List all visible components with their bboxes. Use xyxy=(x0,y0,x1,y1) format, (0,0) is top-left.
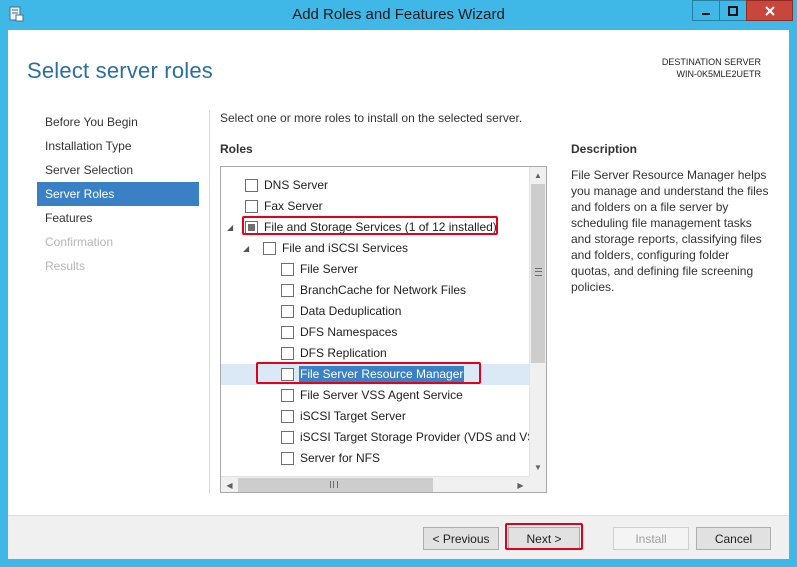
role-item-dfs-namespaces[interactable]: DFS Namespaces xyxy=(221,322,529,343)
role-checkbox[interactable] xyxy=(281,452,294,465)
role-checkbox[interactable] xyxy=(281,347,294,360)
collapse-arrow-icon[interactable]: ◢ xyxy=(227,217,237,238)
role-checkbox[interactable] xyxy=(245,200,258,213)
role-checkbox[interactable] xyxy=(281,410,294,423)
role-checkbox[interactable] xyxy=(281,263,294,276)
role-item-file-storage-services[interactable]: ◢ File and Storage Services (1 of 12 ins… xyxy=(221,217,529,238)
nav-divider xyxy=(209,110,210,494)
wizard-window: Add Roles and Features Wizard Select ser… xyxy=(0,0,797,567)
role-item-iscsi-target-server[interactable]: iSCSI Target Server xyxy=(221,406,529,427)
scroll-up-button[interactable]: ▲ xyxy=(530,167,546,184)
wizard-client-area: Select server roles DESTINATION SERVER W… xyxy=(8,30,789,559)
role-label: File and Storage Services (1 of 12 insta… xyxy=(264,220,497,234)
wizard-nav: Before You Begin Installation Type Serve… xyxy=(37,110,199,278)
role-label: DFS Namespaces xyxy=(300,325,398,339)
role-item-file-server-vss-agent[interactable]: File Server VSS Agent Service xyxy=(221,385,529,406)
page-title: Select server roles xyxy=(27,58,213,83)
role-item-file-server[interactable]: File Server xyxy=(221,259,529,280)
role-label: Fax Server xyxy=(264,199,323,213)
scroll-right-button[interactable]: ▶ xyxy=(512,477,529,492)
role-checkbox[interactable] xyxy=(281,389,294,402)
scrollbar-corner xyxy=(529,476,546,492)
role-label: File Server Resource Manager xyxy=(299,366,465,382)
grip-icon xyxy=(535,268,542,276)
wizard-footer: < Previous Next > Install Cancel xyxy=(8,515,789,559)
chevron-down-icon: ▼ xyxy=(534,463,542,472)
role-item-server-for-nfs[interactable]: Server for NFS xyxy=(221,448,529,469)
description-heading: Description xyxy=(571,142,638,156)
role-label: DFS Replication xyxy=(300,346,387,360)
minimize-button[interactable] xyxy=(692,0,719,21)
role-item-iscsi-target-storage-provider[interactable]: iSCSI Target Storage Provider (VDS and V… xyxy=(221,427,529,448)
role-label: File Server xyxy=(300,262,359,276)
roles-heading: Roles xyxy=(220,142,253,156)
nav-item-server-selection[interactable]: Server Selection xyxy=(37,158,199,182)
role-checkbox[interactable] xyxy=(281,305,294,318)
role-checkbox[interactable] xyxy=(263,242,276,255)
scroll-left-button[interactable]: ◀ xyxy=(221,477,238,492)
roles-tree[interactable]: DNS Server Fax Server ◢ File and Storage… xyxy=(220,166,547,493)
cancel-button[interactable]: Cancel xyxy=(696,527,771,550)
role-checkbox[interactable] xyxy=(245,221,258,234)
nav-item-results: Results xyxy=(45,259,86,273)
role-item-dns-server[interactable]: DNS Server xyxy=(221,175,529,196)
role-item-data-deduplication[interactable]: Data Deduplication xyxy=(221,301,529,322)
window-title: Add Roles and Features Wizard xyxy=(292,6,505,23)
role-item-file-server-resource-manager[interactable]: File Server Resource Manager xyxy=(221,364,529,385)
role-checkbox[interactable] xyxy=(281,431,294,444)
role-label: BranchCache for Network Files xyxy=(300,283,467,297)
minimize-icon xyxy=(702,12,710,15)
destination-server-label: DESTINATION SERVER xyxy=(661,57,761,67)
horizontal-scrollbar[interactable]: ◀ ▶ xyxy=(221,476,529,492)
next-button[interactable]: Next > xyxy=(508,527,580,550)
chevron-left-icon: ◀ xyxy=(226,480,233,490)
previous-button[interactable]: < Previous xyxy=(423,527,499,550)
role-item-dfs-replication[interactable]: DFS Replication xyxy=(221,343,529,364)
nav-item-installation-type[interactable]: Installation Type xyxy=(37,134,199,158)
nav-item-features[interactable]: Features xyxy=(37,206,199,230)
role-checkbox[interactable] xyxy=(281,368,294,381)
role-label: iSCSI Target Storage Provider (VDS and V… xyxy=(300,430,529,444)
vertical-scroll-thumb[interactable] xyxy=(531,184,545,363)
chevron-up-icon: ▲ xyxy=(534,171,542,180)
title-bar[interactable]: Add Roles and Features Wizard xyxy=(0,0,797,30)
horizontal-scroll-thumb[interactable] xyxy=(238,478,433,492)
close-icon xyxy=(764,5,775,16)
collapse-arrow-icon[interactable]: ◢ xyxy=(243,238,253,259)
maximize-button[interactable] xyxy=(719,0,746,21)
role-item-fax-server[interactable]: Fax Server xyxy=(221,196,529,217)
role-checkbox[interactable] xyxy=(245,179,258,192)
vertical-scrollbar[interactable]: ▲ ▼ xyxy=(529,167,546,476)
scroll-down-button[interactable]: ▼ xyxy=(530,459,546,476)
nav-item-before-you-begin[interactable]: Before You Begin xyxy=(37,110,199,134)
close-button[interactable] xyxy=(746,0,793,21)
destination-server-info: DESTINATION SERVER WIN-0K5MLE2UETR xyxy=(662,56,761,80)
role-label: File and iSCSI Services xyxy=(282,241,409,255)
roles-tree-viewport: DNS Server Fax Server ◢ File and Storage… xyxy=(221,167,529,476)
description-text: File Server Resource Manager helps you m… xyxy=(571,168,769,294)
role-label: File Server VSS Agent Service xyxy=(300,388,463,402)
install-button: Install xyxy=(613,527,689,550)
chevron-right-icon: ▶ xyxy=(517,480,524,490)
nav-item-server-roles[interactable]: Server Roles xyxy=(37,182,199,206)
maximize-icon xyxy=(728,5,738,16)
grip-icon xyxy=(330,481,338,488)
role-item-file-iscsi-services[interactable]: ◢ File and iSCSI Services xyxy=(221,238,529,259)
role-item-branchcache[interactable]: BranchCache for Network Files xyxy=(221,280,529,301)
role-label: iSCSI Target Server xyxy=(300,409,406,423)
role-label: Data Deduplication xyxy=(300,304,402,318)
role-checkbox[interactable] xyxy=(281,326,294,339)
role-checkbox[interactable] xyxy=(281,284,294,297)
role-label: DNS Server xyxy=(264,178,329,192)
role-label: Server for NFS xyxy=(300,451,381,465)
destination-server-name: WIN-0K5MLE2UETR xyxy=(676,69,761,79)
nav-item-confirmation: Confirmation xyxy=(45,235,114,249)
instruction-text: Select one or more roles to install on t… xyxy=(220,111,523,125)
